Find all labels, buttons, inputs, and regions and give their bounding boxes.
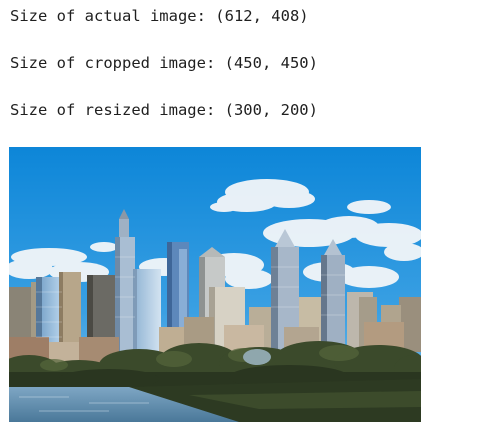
- output-text-line: Size of resized image: (300, 200): [10, 101, 318, 119]
- cell-output-area: Size of actual image: (612, 408) Size of…: [0, 0, 500, 434]
- output-text-line: Size of actual image: (612, 408): [10, 7, 309, 25]
- output-text-line: Size of cropped image: (450, 450): [10, 54, 318, 72]
- skyline-photo: [9, 147, 421, 422]
- city-skyline-image: [9, 147, 421, 422]
